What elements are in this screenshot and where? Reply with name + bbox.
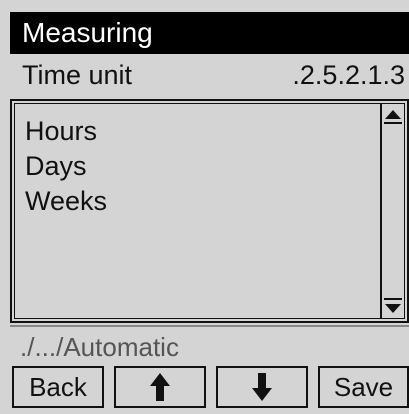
up-button[interactable] [114,366,206,408]
save-button[interactable]: Save [318,366,409,408]
option-list[interactable]: Hours Days Weeks [10,99,409,323]
scroll-down-button[interactable] [384,298,402,316]
arrow-up-icon [150,373,170,401]
list-item-hours[interactable]: Hours [25,114,107,149]
device-screen: Measuring Time unit .2.5.2.1.3 Hours Day… [0,0,409,414]
arrow-down-icon [252,373,272,401]
scroll-up-icon [385,109,401,119]
list-item-weeks[interactable]: Weeks [25,184,107,219]
menu-path: ./.../Automatic [10,325,409,365]
option-list-items: Hours Days Weeks [25,114,107,219]
page-title: Measuring [10,12,409,54]
scroll-down-icon [385,303,401,313]
scrollbar[interactable] [380,104,404,318]
scroll-up-button[interactable] [384,106,402,124]
option-list-frame: Hours Days Weeks [14,103,405,319]
parameter-label: Time unit [22,60,133,90]
parameter-code: .2.5.2.1.3 [292,60,405,90]
down-button[interactable] [216,366,308,408]
back-button[interactable]: Back [12,366,104,408]
parameter-row: Time unit .2.5.2.1.3 [10,56,409,92]
list-item-days[interactable]: Days [25,149,107,184]
